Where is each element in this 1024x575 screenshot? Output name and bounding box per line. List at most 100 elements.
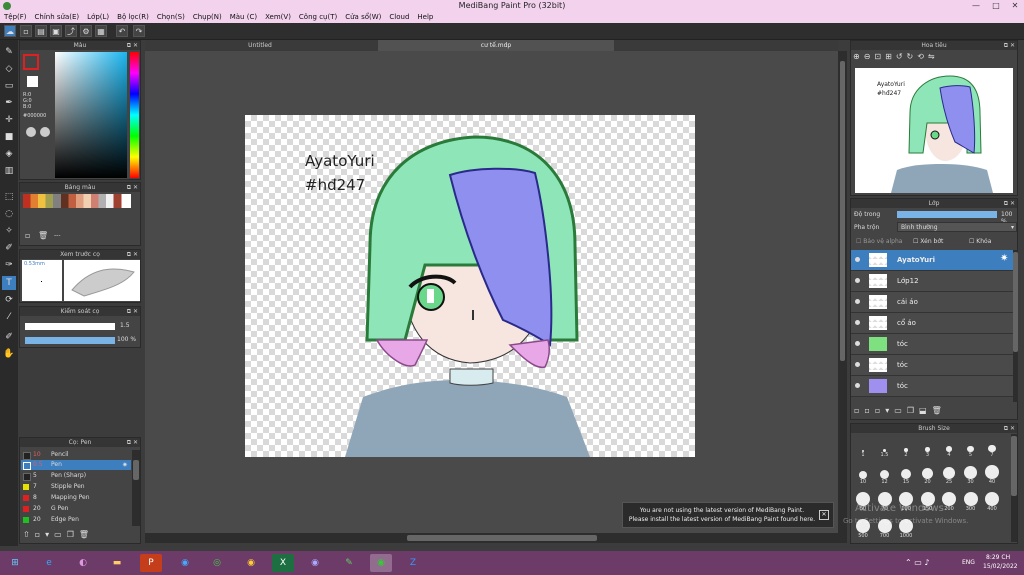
- new-icon[interactable]: ▫: [20, 25, 32, 37]
- eye-icon[interactable]: [855, 341, 860, 346]
- layer-row[interactable]: tóc: [851, 355, 1013, 376]
- operation-icon[interactable]: ⟳: [2, 293, 16, 307]
- brush-list-scrollbar[interactable]: [132, 450, 140, 526]
- layer-row[interactable]: cổ áo: [851, 313, 1013, 334]
- flip-icon[interactable]: ⇋: [928, 52, 939, 61]
- brush-size-option[interactable]: 3: [918, 438, 938, 458]
- color-picker-icon[interactable]: [40, 127, 50, 137]
- panel-close-icon[interactable]: ⧉ ✕: [127, 307, 138, 316]
- zalo-icon[interactable]: Z: [402, 554, 424, 572]
- undo-icon[interactable]: ↶: [116, 25, 128, 37]
- brush-size-option[interactable]: 1: [853, 438, 873, 458]
- brush-item[interactable]: 5 Pen (Sharp): [21, 471, 131, 481]
- gradient-icon[interactable]: ▥: [2, 164, 16, 178]
- scroll-thumb[interactable]: [1011, 436, 1017, 496]
- brush-size-option[interactable]: 5: [961, 438, 981, 458]
- brush-item[interactable]: 7 Stipple Pen: [21, 482, 131, 492]
- maximize-button[interactable]: □: [986, 0, 1006, 12]
- hand-tool-icon[interactable]: ✋: [2, 347, 16, 361]
- layer-row[interactable]: tóc: [851, 334, 1013, 355]
- layer-row-selected[interactable]: AyatoYuri ✷: [851, 250, 1013, 271]
- palette-more[interactable]: ---: [54, 232, 61, 239]
- language-indicator[interactable]: ENG: [962, 559, 975, 566]
- zoom-app-icon[interactable]: ◉: [174, 554, 196, 572]
- settings-icon[interactable]: ⚙: [80, 25, 92, 37]
- windows-start-icon[interactable]: ⊞: [4, 554, 26, 572]
- brush-opacity-slider[interactable]: [25, 337, 115, 344]
- menu-cloud[interactable]: Cloud: [385, 12, 413, 23]
- scroll-thumb[interactable]: [407, 535, 597, 541]
- clock-date[interactable]: 15/02/2022: [983, 563, 1018, 570]
- medibang-active-icon[interactable]: ◉: [370, 554, 392, 572]
- brush-add-icon[interactable]: ▫: [35, 530, 45, 539]
- cloud-icon[interactable]: ☁: [4, 25, 16, 37]
- brush-tool-icon[interactable]: ✎: [2, 45, 16, 59]
- excel-icon[interactable]: X: [272, 554, 294, 572]
- brush-size-scrollbar[interactable]: [1011, 434, 1017, 542]
- delete-swatch-icon[interactable]: 🗑: [38, 231, 48, 240]
- brush-size-option[interactable]: 12: [875, 465, 895, 485]
- new-halftone-layer-icon[interactable]: ▫: [864, 406, 874, 415]
- select-icon[interactable]: ⬚: [2, 190, 16, 204]
- select-eraser-icon[interactable]: ✑: [2, 258, 16, 272]
- eye-icon[interactable]: [855, 299, 860, 304]
- palette-swatches[interactable]: [23, 194, 131, 208]
- brush-size-option[interactable]: 400: [982, 492, 1002, 512]
- brush-item[interactable]: 10 Pencil: [21, 450, 131, 460]
- brush-size-option[interactable]: 15: [896, 465, 916, 485]
- powerpoint-icon[interactable]: P: [140, 554, 162, 572]
- actual-size-icon[interactable]: ⊞: [885, 52, 896, 61]
- eye-icon[interactable]: [855, 362, 860, 367]
- brush-size-option[interactable]: 25: [939, 465, 959, 485]
- menu-help[interactable]: Help: [413, 12, 437, 23]
- file-explorer-icon[interactable]: ▬: [106, 554, 128, 572]
- export-icon[interactable]: ⤴: [65, 25, 77, 37]
- brush-size-option[interactable]: 1.5: [875, 438, 895, 458]
- menu-file[interactable]: Tệp(F): [0, 12, 31, 23]
- panel-close-icon[interactable]: ⧉ ✕: [1004, 424, 1015, 433]
- brush-size-option[interactable]: 300: [961, 492, 981, 512]
- brush-size-option[interactable]: 7: [982, 438, 1002, 458]
- brush-size-option[interactable]: 40: [982, 465, 1002, 485]
- eye-icon[interactable]: [855, 383, 860, 388]
- fit-icon[interactable]: ⊡: [874, 52, 885, 61]
- panel-close-icon[interactable]: ⧉ ✕: [1004, 199, 1015, 208]
- rotate-right-icon[interactable]: ↻: [907, 52, 918, 61]
- layer-row[interactable]: tóc: [851, 376, 1013, 397]
- eyedropper2-icon[interactable]: ✐: [2, 330, 16, 344]
- layer-folder-icon[interactable]: ▭: [894, 406, 907, 415]
- add-swatch-icon[interactable]: ▫: [25, 231, 30, 240]
- clip-checkbox[interactable]: ☐ Xén bớt: [913, 238, 943, 245]
- browser-icon[interactable]: ◎: [206, 554, 228, 572]
- scroll-thumb[interactable]: [1013, 252, 1018, 352]
- eraser-tool-icon[interactable]: ◇: [2, 62, 16, 76]
- tab-untitled[interactable]: Untitled: [145, 40, 375, 51]
- close-button[interactable]: ✕: [1005, 0, 1024, 12]
- color-wheel-icon[interactable]: [26, 127, 36, 137]
- tray-icons[interactable]: ⌃ ▭ ♪: [905, 558, 929, 567]
- chrome-profile-icon[interactable]: ◉: [304, 554, 326, 572]
- scroll-thumb[interactable]: [133, 460, 139, 480]
- menu-select[interactable]: Chọn(S): [153, 12, 189, 23]
- layer-row[interactable]: cái áo: [851, 292, 1013, 313]
- brush-item[interactable]: 8 Mapping Pen: [21, 493, 131, 503]
- brush-settings-icon[interactable]: ✷: [122, 460, 128, 470]
- eye-icon[interactable]: [855, 320, 860, 325]
- navigator-preview[interactable]: AyatoYuri #hđ247: [855, 68, 1013, 193]
- brush-size-option[interactable]: 4: [939, 438, 959, 458]
- brush-copy-icon[interactable]: ❐: [67, 530, 79, 539]
- app-icon[interactable]: ◐: [72, 554, 94, 572]
- brush-size-slider[interactable]: [25, 323, 115, 330]
- menu-tools[interactable]: Công cụ(T): [295, 12, 341, 23]
- menu-filter[interactable]: Bộ lọc(R): [113, 12, 153, 23]
- saturation-value-square[interactable]: [55, 52, 127, 178]
- eye-icon[interactable]: [855, 278, 860, 283]
- open-icon[interactable]: ▤: [35, 25, 47, 37]
- layer-row[interactable]: Lớp12: [851, 271, 1013, 292]
- pen-tool-icon[interactable]: ✒: [2, 96, 16, 110]
- menu-edit[interactable]: Chỉnh sửa(E): [31, 12, 84, 23]
- clock-time[interactable]: 8:29 CH: [986, 554, 1010, 561]
- layer-list-scrollbar[interactable]: [1013, 250, 1018, 402]
- menu-capture[interactable]: Chụp(N): [189, 12, 226, 23]
- save-icon[interactable]: ▣: [50, 25, 62, 37]
